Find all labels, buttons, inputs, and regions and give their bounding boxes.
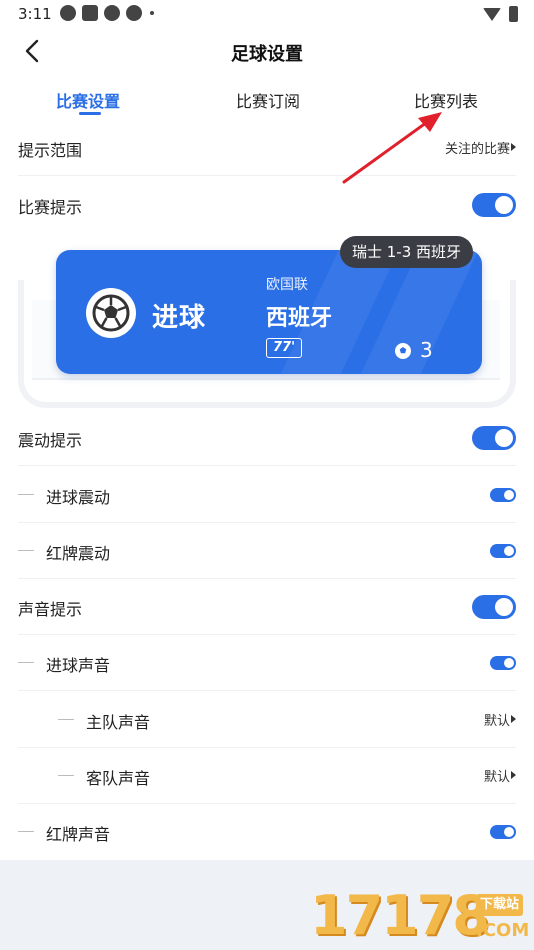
goal-count: 3 bbox=[420, 338, 433, 362]
toggle-knob bbox=[504, 658, 514, 668]
app-notification-icon bbox=[60, 5, 76, 21]
site-watermark-logo: 17178 bbox=[310, 884, 490, 947]
setting-row-match-alert: 比赛提示 bbox=[0, 177, 534, 233]
score-tooltip: 瑞士 1-3 西班牙 bbox=[340, 236, 474, 268]
indent-dash bbox=[18, 494, 34, 495]
goal-sound-toggle[interactable] bbox=[490, 656, 516, 670]
setting-label: 震动提示 bbox=[18, 431, 83, 450]
setting-label: 进球震动 bbox=[46, 488, 111, 507]
setting-row-red-card-sound: 红牌声音 bbox=[0, 804, 534, 860]
status-time: 3:11 bbox=[18, 5, 52, 23]
match-alert-toggle[interactable] bbox=[472, 193, 516, 217]
setting-label: 声音提示 bbox=[18, 600, 83, 619]
setting-row-sound-alert: 声音提示 bbox=[0, 579, 534, 635]
match-minute: 77' bbox=[266, 338, 303, 358]
toggle-knob bbox=[504, 490, 514, 500]
setting-row-home-sound[interactable]: 主队声音 默认 bbox=[0, 692, 534, 748]
team-name: 西班牙 bbox=[266, 306, 333, 331]
status-system-icons bbox=[483, 6, 518, 22]
battery-icon bbox=[509, 6, 518, 22]
wifi-icon bbox=[483, 7, 501, 21]
toggle-knob bbox=[495, 196, 513, 214]
setting-label: 比赛提示 bbox=[18, 198, 83, 217]
more-notifications-icon bbox=[150, 11, 154, 15]
watermark-suffix: .COM bbox=[476, 920, 530, 941]
indent-dash bbox=[58, 719, 74, 720]
indent-dash bbox=[18, 831, 34, 832]
goal-label: 进球 bbox=[152, 303, 207, 333]
settings-page: 3:11 足球设置 比赛设置 比赛订阅 比赛列表 提示范围 关注的比赛 比赛提示… bbox=[0, 0, 534, 860]
sound-alert-toggle[interactable] bbox=[472, 595, 516, 619]
setting-label: 提示范围 bbox=[18, 141, 83, 160]
app-notification-icon bbox=[82, 5, 98, 21]
toggle-knob bbox=[495, 598, 513, 616]
active-tab-indicator bbox=[79, 112, 101, 115]
divider bbox=[18, 690, 516, 691]
tab-match-settings[interactable]: 比赛设置 bbox=[56, 88, 120, 112]
soccer-ball-icon bbox=[86, 288, 136, 338]
watermark-badge: 下载站 bbox=[476, 894, 524, 916]
league-name: 欧国联 bbox=[266, 277, 308, 293]
app-notification-icon bbox=[104, 5, 120, 21]
setting-row-scope[interactable]: 提示范围 关注的比赛 bbox=[0, 120, 534, 176]
goal-vibration-toggle[interactable] bbox=[490, 488, 516, 502]
setting-label: 红牌声音 bbox=[46, 825, 111, 844]
toggle-knob bbox=[495, 429, 513, 447]
vibration-alert-toggle[interactable] bbox=[472, 426, 516, 450]
toggle-knob bbox=[504, 827, 514, 837]
setting-row-goal-sound: 进球声音 bbox=[0, 635, 534, 691]
setting-row-goal-vibration: 进球震动 bbox=[0, 467, 534, 523]
red-card-vibration-toggle[interactable] bbox=[490, 544, 516, 558]
home-sound-value[interactable]: 默认 bbox=[484, 710, 510, 729]
setting-label: 进球声音 bbox=[46, 656, 111, 675]
chevron-right-icon bbox=[511, 715, 516, 723]
soccer-ball-icon bbox=[395, 343, 411, 359]
setting-label: 主队声音 bbox=[86, 713, 151, 732]
status-notification-icons bbox=[60, 5, 154, 21]
away-sound-value[interactable]: 默认 bbox=[484, 766, 510, 785]
status-bar: 3:11 bbox=[0, 0, 534, 28]
setting-row-red-card-vibration: 红牌震动 bbox=[0, 523, 534, 579]
chevron-right-icon bbox=[511, 143, 516, 151]
tab-match-subscription[interactable]: 比赛订阅 bbox=[236, 88, 300, 112]
annotation-arrow-icon bbox=[342, 112, 442, 184]
toggle-knob bbox=[504, 546, 514, 556]
page-title: 足球设置 bbox=[231, 44, 303, 65]
indent-dash bbox=[18, 662, 34, 663]
setting-row-away-sound[interactable]: 客队声音 默认 bbox=[0, 748, 534, 804]
indent-dash bbox=[18, 550, 34, 551]
indent-dash bbox=[58, 775, 74, 776]
divider bbox=[18, 465, 516, 466]
header: 足球设置 bbox=[0, 30, 534, 74]
setting-label: 客队声音 bbox=[86, 769, 151, 788]
app-notification-icon bbox=[126, 5, 142, 21]
chevron-right-icon bbox=[511, 771, 516, 779]
tab-bar: 比赛设置 比赛订阅 比赛列表 bbox=[0, 84, 534, 118]
setting-row-vibration-alert: 震动提示 bbox=[0, 410, 534, 466]
goal-notification-card: 进球 欧国联 西班牙 77' 3 bbox=[56, 250, 482, 374]
red-card-sound-toggle[interactable] bbox=[490, 825, 516, 839]
scope-value[interactable]: 关注的比赛 bbox=[445, 138, 510, 157]
notification-preview: 进球 欧国联 西班牙 77' 3 瑞士 1-3 西班牙 bbox=[18, 236, 516, 412]
setting-label: 红牌震动 bbox=[46, 544, 111, 563]
